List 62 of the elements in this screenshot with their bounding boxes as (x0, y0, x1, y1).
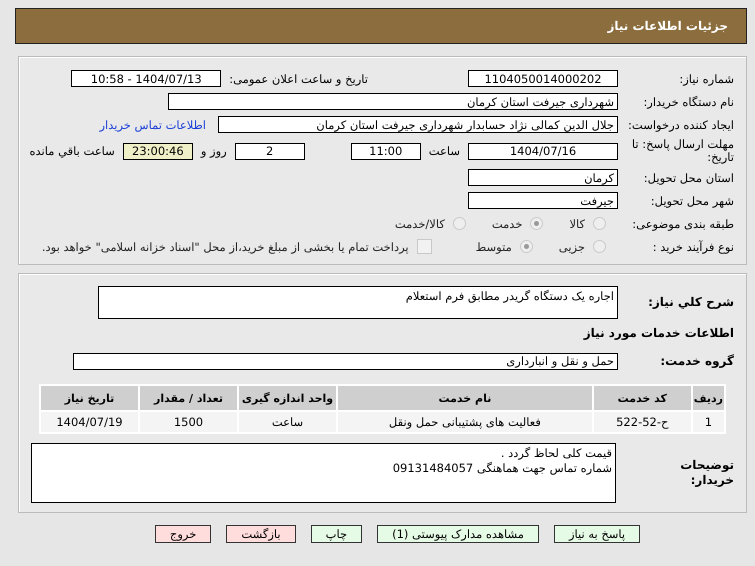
checkbox-label: پرداخت تمام یا بخشی از مبلغ خرید،از محل "اسناد خزانه اسلامی" خواهد بود. (42, 240, 409, 254)
table-cell: 1500 (140, 412, 237, 432)
section-title: اطلاعات خدمات مورد نیاز (582, 325, 734, 342)
table-cell: ساعت (239, 412, 336, 432)
buyer-org-field: شهرداری جیرفت استان کرمان (168, 93, 618, 110)
field-label: شهر محل تحویل: (650, 194, 734, 208)
column-header: نام خدمت (338, 386, 592, 410)
radio-label: خدمت (492, 216, 522, 230)
field-label: نام دستگاه خریدار: (642, 94, 734, 108)
checkbox[interactable] (416, 239, 432, 254)
field-label: شماره نیاز: (678, 72, 734, 86)
buyer-contact-link[interactable]: اطلاعات تماس خریدار (99, 118, 206, 132)
announce-date-field: 1404/07/13 - 10:58 (71, 70, 222, 87)
service-group-field: حمل و نقل و انبارداری (73, 352, 618, 370)
action-button[interactable]: مشاهده مدارک پیوستی (1) (377, 525, 539, 543)
note-line: قیمت کلی لحاظ گردد . (500, 446, 612, 461)
note-line: شماره تماس جهت هماهنگی 09131484057 (392, 461, 612, 476)
radio-label: جزیی (558, 240, 585, 254)
need-number-field: 1104050014000202 (468, 70, 618, 87)
days-label: روز و (200, 144, 227, 158)
radio-label: کالا/خدمت (394, 216, 445, 230)
radio-button[interactable] (520, 240, 533, 253)
column-header: واحد اندازه گیری (239, 386, 336, 410)
table-cell: 1404/07/19 (41, 412, 138, 432)
radio-button[interactable] (530, 217, 544, 230)
province-field: کرمان (468, 169, 618, 186)
table-cell: فعالیت های پشتیبانی حمل ونقل (338, 412, 592, 432)
remaining-time-field: 23:00:46 (122, 142, 193, 160)
radio-label: کالا (569, 216, 585, 230)
column-header: ردیف (692, 386, 724, 410)
field-label: ایجاد کننده درخواست: (627, 118, 734, 132)
radio-label: متوسط (476, 240, 512, 254)
field-label: تاریخ و ساعت اعلان عمومی: (229, 72, 368, 86)
days-field: 2 (234, 142, 305, 160)
field-label: نوع فرآیند خرید : (652, 240, 734, 254)
field-label: گروه خدمت: (659, 354, 734, 368)
field-label: استان محل تحویل: (642, 170, 734, 184)
city-field: جیرفت (468, 192, 618, 209)
field-label: شرح کلي نياز: (647, 295, 734, 309)
radio-button[interactable] (593, 240, 606, 253)
action-button[interactable]: بازگشت (226, 525, 296, 543)
action-button[interactable]: خروج (154, 525, 212, 543)
deadline-date-field: 1404/07/16 (468, 142, 618, 160)
column-header: کد خدمت (594, 386, 691, 410)
field-label: طبقه بندی موضوعی: (631, 216, 734, 230)
action-button[interactable]: چاپ (310, 525, 362, 543)
page-title: جزئیات اطلاعات نیاز (607, 19, 728, 33)
action-button[interactable]: پاسخ به نیاز (554, 525, 640, 543)
column-header: تاریخ نیاز (41, 386, 138, 410)
field-label: مهلت ارسال پاسخ: تا تاریخ: (630, 138, 734, 164)
deadline-time-field: 11:00 (350, 142, 421, 160)
time-label: ساعت (428, 144, 460, 158)
creator-field: جلال الدین کمالی نژاد حسابدار شهرداری جیرفت استان کرمان (218, 116, 618, 133)
remaining-label: ساعت باقي مانده (30, 144, 115, 158)
table-cell: ح-52-522 (594, 412, 691, 432)
radio-button[interactable] (452, 217, 466, 230)
radio-button[interactable] (593, 217, 606, 230)
buyer-notes-textarea[interactable]: قیمت کلی لحاظ گردد . شماره تماس جهت هماهنگی 09131484057 (31, 443, 616, 503)
description-textarea[interactable]: اجاره یک دستگاه گریدر مطابق فرم استعلام (98, 286, 618, 318)
column-header: تعداد / مقدار (140, 386, 237, 410)
field-label: توضیحات خریدار: (679, 458, 734, 488)
table-cell: 1 (692, 412, 724, 432)
